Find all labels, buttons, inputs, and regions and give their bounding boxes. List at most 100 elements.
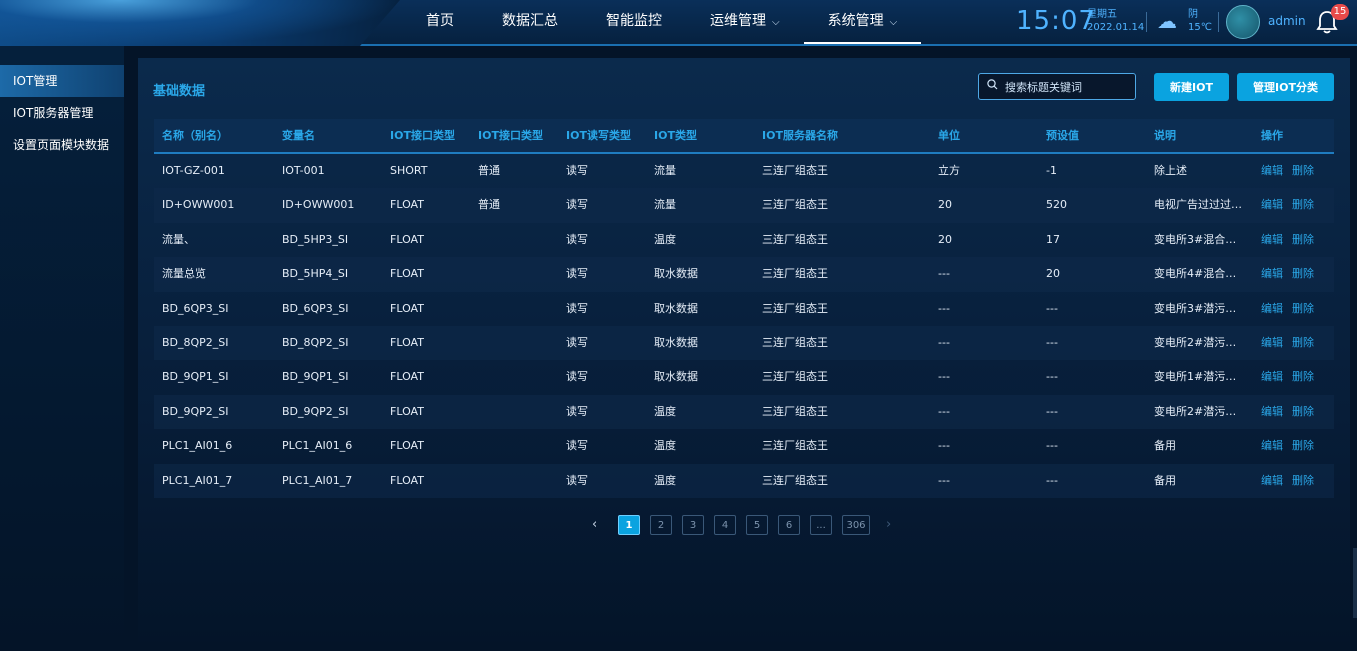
- cell-description: 变电所1#潜污泵电流: [1154, 370, 1246, 384]
- cell-preset: -1: [1046, 164, 1057, 177]
- nav-item-system-management[interactable]: 系统管理 ⌵: [803, 0, 922, 44]
- column-header-description: 说明: [1154, 129, 1176, 142]
- cell-description: 变电所3#混合液回流泵: [1154, 232, 1246, 246]
- cell-iot-type: 取水数据: [654, 370, 698, 384]
- cell-variable: BD_9QP1_SI: [282, 370, 349, 384]
- cell-variable: BD_5HP4_SI: [282, 267, 349, 281]
- nav-item-smart-monitor[interactable]: 智能监控: [582, 0, 686, 42]
- edit-link[interactable]: 编辑: [1261, 233, 1283, 246]
- avatar[interactable]: [1226, 5, 1260, 39]
- cell-preset: ---: [1046, 473, 1058, 487]
- cell-server-name: 三连厂组态王: [762, 335, 828, 349]
- edit-link[interactable]: 编辑: [1261, 302, 1283, 315]
- delete-link[interactable]: 删除: [1292, 164, 1314, 177]
- cell-variable: IOT-001: [282, 164, 325, 177]
- table-row: PLC1_AI01_6 PLC1_AI01_6 FLOAT 读写 温度 三连厂组态王 ---…: [154, 429, 1334, 463]
- search-input[interactable]: [1003, 77, 1131, 98]
- cell-rw-type: 读写: [566, 232, 588, 246]
- delete-link[interactable]: 删除: [1292, 198, 1314, 211]
- cell-unit: 20: [938, 198, 952, 212]
- page-button[interactable]: 5: [746, 515, 768, 535]
- delete-link[interactable]: 删除: [1292, 302, 1314, 315]
- cell-iot-type: 取水数据: [654, 267, 698, 281]
- edit-link[interactable]: 编辑: [1261, 474, 1283, 487]
- nav-item-data-summary[interactable]: 数据汇总: [478, 0, 582, 42]
- cell-description: 变电所2#潜污泵电流: [1154, 404, 1246, 418]
- cell-rw-type: 读写: [566, 267, 588, 281]
- cell-actions: 编辑 删除: [1261, 223, 1331, 257]
- cell-iot-type: 流量: [654, 198, 676, 212]
- page-button[interactable]: 1: [618, 515, 640, 535]
- cell-actions: 编辑 删除: [1261, 292, 1331, 326]
- cell-variable: BD_8QP2_SI: [282, 335, 349, 349]
- page-title: 基础数据: [153, 84, 206, 99]
- nav-label: 首页: [426, 13, 454, 29]
- scrollbar[interactable]: [1353, 548, 1357, 618]
- edit-link[interactable]: 编辑: [1261, 198, 1283, 211]
- nav-item-ops-management[interactable]: 运维管理 ⌵: [686, 0, 804, 42]
- table-row: ID+OWW001 ID+OWW001 FLOAT 普通 读写 流量 三连厂组态王 20 520…: [154, 188, 1334, 223]
- cell-server-name: 三连厂组态王: [762, 301, 828, 315]
- page-button[interactable]: 306: [842, 515, 870, 535]
- page-ellipsis[interactable]: ...: [810, 515, 832, 535]
- new-iot-button[interactable]: 新建IOT: [1154, 73, 1229, 101]
- delete-link[interactable]: 删除: [1292, 439, 1314, 452]
- cell-variable: BD_9QP2_SI: [282, 404, 349, 418]
- cell-name: BD_9QP2_SI: [162, 404, 229, 418]
- cell-rw-type: 读写: [566, 439, 588, 453]
- cell-unit: ---: [938, 370, 950, 384]
- table-row: BD_6QP3_SI BD_6QP3_SI FLOAT 读写 取水数据 三连厂组态王 ---…: [154, 292, 1334, 326]
- delete-link[interactable]: 删除: [1292, 405, 1314, 418]
- sidebar: IOT管理 IOT服务器管理 设置页面模块数据: [0, 46, 124, 651]
- sidebar-item-iot-server-management[interactable]: IOT服务器管理: [0, 97, 124, 129]
- cell-preset: 17: [1046, 232, 1060, 246]
- chevron-down-icon: ⌵: [889, 17, 898, 28]
- page-button[interactable]: 3: [682, 515, 704, 535]
- delete-link[interactable]: 删除: [1292, 267, 1314, 280]
- delete-link[interactable]: 删除: [1292, 474, 1314, 487]
- username[interactable]: admin: [1268, 14, 1306, 28]
- table-row: PLC1_AI01_7 PLC1_AI01_7 FLOAT 读写 温度 三连厂组态王 ---…: [154, 463, 1334, 498]
- edit-link[interactable]: 编辑: [1261, 164, 1283, 177]
- page-button[interactable]: 2: [650, 515, 672, 535]
- page-button[interactable]: 6: [778, 515, 800, 535]
- cell-description: 变电所4#混合液回流泵: [1154, 267, 1246, 281]
- sidebar-item-iot-management[interactable]: IOT管理: [0, 65, 124, 97]
- edit-link[interactable]: 编辑: [1261, 370, 1283, 383]
- cell-preset: ---: [1046, 301, 1058, 315]
- table-row: BD_9QP1_SI BD_9QP1_SI FLOAT 读写 取水数据 三连厂组态王 ---…: [154, 360, 1334, 394]
- cell-variable: PLC1_AI01_7: [282, 473, 353, 487]
- cell-server-name: 三连厂组态王: [762, 439, 828, 453]
- edit-link[interactable]: 编辑: [1261, 336, 1283, 349]
- delete-link[interactable]: 删除: [1292, 336, 1314, 349]
- cell-interface-type: FLOAT: [390, 232, 424, 246]
- delete-link[interactable]: 删除: [1292, 233, 1314, 246]
- cell-actions: 编辑 删除: [1261, 360, 1331, 394]
- nav-label: 系统管理: [827, 13, 884, 29]
- edit-link[interactable]: 编辑: [1261, 405, 1283, 418]
- chevron-down-icon: ⌵: [772, 17, 780, 28]
- cell-preset: ---: [1046, 404, 1058, 418]
- cell-unit: ---: [938, 267, 950, 281]
- edit-link[interactable]: 编辑: [1261, 267, 1283, 280]
- page-button[interactable]: 4: [714, 515, 736, 535]
- cell-rw-type: 读写: [566, 335, 588, 349]
- search-box[interactable]: [978, 73, 1136, 100]
- table-body: IOT-GZ-001 IOT-001 SHORT 普通 读写 流量 三连厂组态王 立方 -1 除上…: [154, 154, 1334, 498]
- nav-item-home[interactable]: 首页: [402, 0, 478, 42]
- cell-description: 备用: [1154, 473, 1176, 487]
- column-header-variable: 变量名: [282, 129, 315, 142]
- column-header-preset: 预设值: [1046, 129, 1079, 142]
- delete-link[interactable]: 删除: [1292, 370, 1314, 383]
- manage-iot-category-button[interactable]: 管理IOT分类: [1237, 73, 1334, 101]
- sidebar-item-page-module-settings[interactable]: 设置页面模块数据: [0, 129, 124, 161]
- cell-name: BD_8QP2_SI: [162, 335, 229, 349]
- edit-link[interactable]: 编辑: [1261, 439, 1283, 452]
- nav-label: 智能监控: [606, 13, 662, 29]
- cell-name: 流量、: [162, 232, 195, 246]
- next-page-button[interactable]: ›: [886, 515, 891, 535]
- date: 2022.01.14: [1087, 22, 1145, 33]
- table-row: 流量、 BD_5HP3_SI FLOAT 读写 温度 三连厂组态王 20 17 变电所3#混合液…: [154, 223, 1334, 257]
- prev-page-button[interactable]: ‹: [592, 515, 597, 535]
- clock-time: 15:07: [1016, 6, 1096, 36]
